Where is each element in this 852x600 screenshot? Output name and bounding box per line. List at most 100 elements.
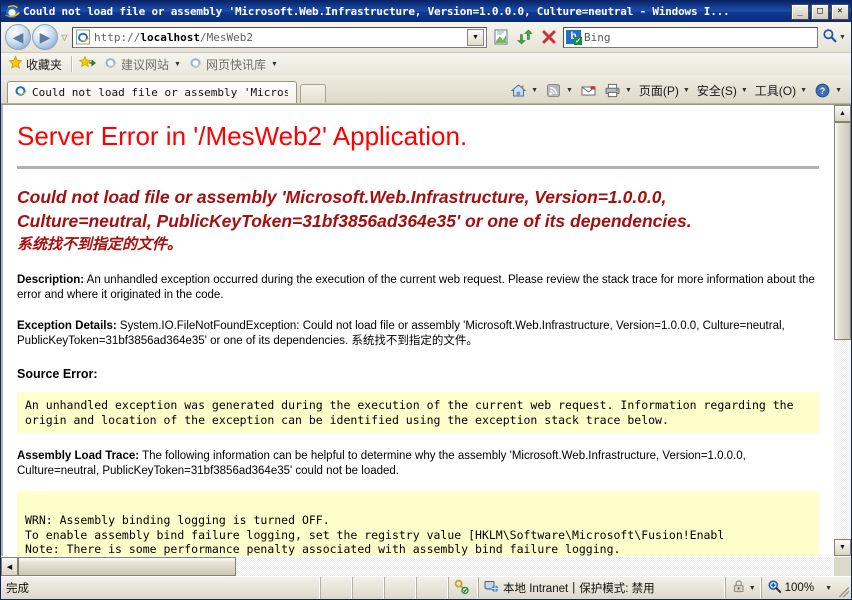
zoom-in-icon: [767, 579, 782, 597]
scrollbar-corner: [834, 557, 851, 576]
resize-grip[interactable]: [837, 577, 851, 599]
status-spacer-1: [321, 577, 353, 599]
exception-details-paragraph: Exception Details: System.IO.FileNotFoun…: [17, 319, 819, 349]
close-icon: ✕: [837, 6, 843, 16]
command-print-button[interactable]: ▼: [601, 80, 635, 101]
chevron-down-icon[interactable]: ▼: [174, 61, 181, 68]
chevron-down-icon[interactable]: ▼: [749, 585, 756, 592]
protected-mode-label: 保护模式: 禁用: [579, 583, 655, 595]
recent-pages-caret-icon[interactable]: ▽: [58, 33, 71, 42]
tab-label: Could not load file or assembly 'Microso…: [32, 86, 288, 99]
minimize-icon: _: [797, 6, 803, 17]
forward-button[interactable]: ▶: [32, 24, 58, 50]
favorites-button[interactable]: 收藏夹: [6, 54, 67, 74]
maximize-button[interactable]: □: [811, 3, 829, 20]
vertical-scrollbar[interactable]: ▲ ▼: [833, 105, 851, 556]
add-to-favorites-bar-button[interactable]: [77, 54, 101, 74]
command-mail-button[interactable]: [577, 80, 600, 101]
command-feeds-button[interactable]: ▼: [542, 80, 576, 101]
security-zone-cell[interactable]: 本地 Intranet | 保护模式: 禁用: [479, 577, 726, 599]
vertical-scroll-thumb[interactable]: [834, 122, 851, 340]
chevron-down-icon[interactable]: ▼: [566, 87, 573, 94]
title-bar: Could not load file or assembly 'Microso…: [1, 1, 851, 22]
command-page-menu[interactable]: 页面(P) ▼: [636, 80, 693, 101]
address-url-text[interactable]: http://localhost/MesWeb2: [94, 31, 467, 44]
command-safety-menu[interactable]: 安全(S) ▼: [694, 80, 751, 101]
toolbar-area: ◀ ▶ ▽ http://localhost/MesWeb2 ▼ ✓ Bing …: [1, 22, 851, 104]
horizontal-scroll-track[interactable]: [236, 557, 834, 576]
assembly-trace-code-block: WRN: Assembly binding logging is turned …: [17, 491, 819, 556]
back-arrow-icon: ◀: [12, 29, 24, 45]
favorites-bar-item-label: 网页快讯库: [205, 57, 266, 72]
search-icon: [822, 28, 837, 46]
scroll-up-button[interactable]: ▲: [834, 105, 851, 122]
status-spacer-3: [385, 577, 417, 599]
url-host: localhost: [140, 30, 200, 44]
add-star-icon: [78, 55, 96, 73]
horizontal-scroll-thumb[interactable]: [18, 557, 236, 576]
bing-search-provider-icon: b ✓: [566, 30, 582, 45]
url-scheme: http://: [94, 30, 141, 44]
search-provider-check-icon: ✓: [574, 37, 582, 45]
chevron-down-icon[interactable]: ▼: [835, 87, 842, 94]
maximize-icon: □: [817, 6, 823, 16]
scroll-left-button[interactable]: ◀: [1, 557, 18, 576]
privacy-report-cell[interactable]: ▼: [726, 577, 762, 599]
chevron-down-icon[interactable]: ▼: [271, 61, 278, 68]
scroll-down-button[interactable]: ▼: [834, 539, 851, 556]
window-title: Could not load file or assembly 'Microso…: [23, 5, 730, 18]
internet-explorer-icon: [4, 4, 20, 20]
favorites-bar-item-suggested-sites[interactable]: 建议网站 ▼: [101, 54, 186, 74]
horizontal-scrollbar-row: ◀: [1, 556, 851, 576]
rss-feed-icon: [545, 82, 562, 99]
chevron-down-icon[interactable]: ▼: [825, 585, 832, 592]
status-spacer-2: [353, 577, 385, 599]
command-tools-menu[interactable]: 工具(O) ▼: [752, 80, 810, 101]
command-bar: ▼ ▼ ▼ 页面(P) ▼ 安全(S) ▼ 工具(O) ▼ ? ▼: [507, 77, 851, 103]
horizontal-scrollbar[interactable]: ◀: [1, 557, 834, 576]
zoom-level-cell[interactable]: 100% ▼: [762, 577, 837, 599]
vertical-scroll-track-lower[interactable]: [834, 340, 851, 539]
mail-icon: [580, 82, 597, 99]
chevron-down-icon[interactable]: ▼: [800, 87, 807, 94]
status-key-cell[interactable]: [449, 577, 479, 599]
svg-text:?: ?: [820, 86, 826, 96]
tab-error-page[interactable]: Could not load file or assembly 'Microso…: [7, 81, 297, 103]
command-help-button[interactable]: ? ▼: [811, 80, 845, 101]
address-dropdown-button[interactable]: ▼: [467, 28, 484, 46]
suggested-sites-icon: [103, 55, 118, 73]
url-path: /MesWeb2: [199, 30, 253, 44]
search-box[interactable]: b ✓ Bing: [563, 26, 818, 48]
chevron-down-icon[interactable]: ▼: [741, 87, 748, 94]
back-button[interactable]: ◀: [5, 24, 31, 50]
triangle-up-icon: ▲: [839, 110, 846, 117]
command-safety-label: 安全(S): [696, 83, 737, 98]
stop-button[interactable]: [538, 26, 560, 48]
close-button[interactable]: ✕: [831, 3, 849, 20]
address-bar[interactable]: http://localhost/MesWeb2 ▼: [72, 26, 487, 48]
web-slice-gallery-icon: [188, 55, 203, 73]
favorites-bar-item-label: 建议网站: [121, 57, 170, 72]
refresh-button[interactable]: [514, 26, 536, 48]
refresh-icon: [517, 29, 533, 45]
minimize-button[interactable]: _: [791, 3, 809, 20]
chevron-down-icon[interactable]: ▼: [683, 87, 690, 94]
zoom-level-label: 100%: [784, 582, 815, 594]
compatibility-view-button[interactable]: [490, 26, 512, 48]
search-dropdown-caret-icon[interactable]: ▼: [839, 34, 846, 41]
description-paragraph: Description: An unhandled exception occu…: [17, 273, 819, 303]
favorites-bar-item-web-slice-gallery[interactable]: 网页快讯库 ▼: [186, 54, 283, 74]
page-favicon-icon: [75, 29, 91, 45]
triangle-left-icon: ◀: [6, 563, 13, 571]
new-tab-button[interactable]: [300, 84, 326, 103]
chevron-down-icon[interactable]: ▼: [531, 87, 538, 94]
help-icon: ?: [814, 82, 831, 99]
search-submit-button[interactable]: ▼: [821, 26, 847, 48]
chevron-down-icon: ▼: [472, 33, 479, 41]
favorites-separator: [71, 56, 74, 72]
intranet-zone-icon: [484, 579, 499, 597]
chevron-down-icon[interactable]: ▼: [625, 87, 632, 94]
command-home-button[interactable]: ▼: [507, 80, 541, 101]
status-text-cell: 完成: [1, 577, 321, 599]
search-input[interactable]: Bing: [584, 31, 817, 44]
